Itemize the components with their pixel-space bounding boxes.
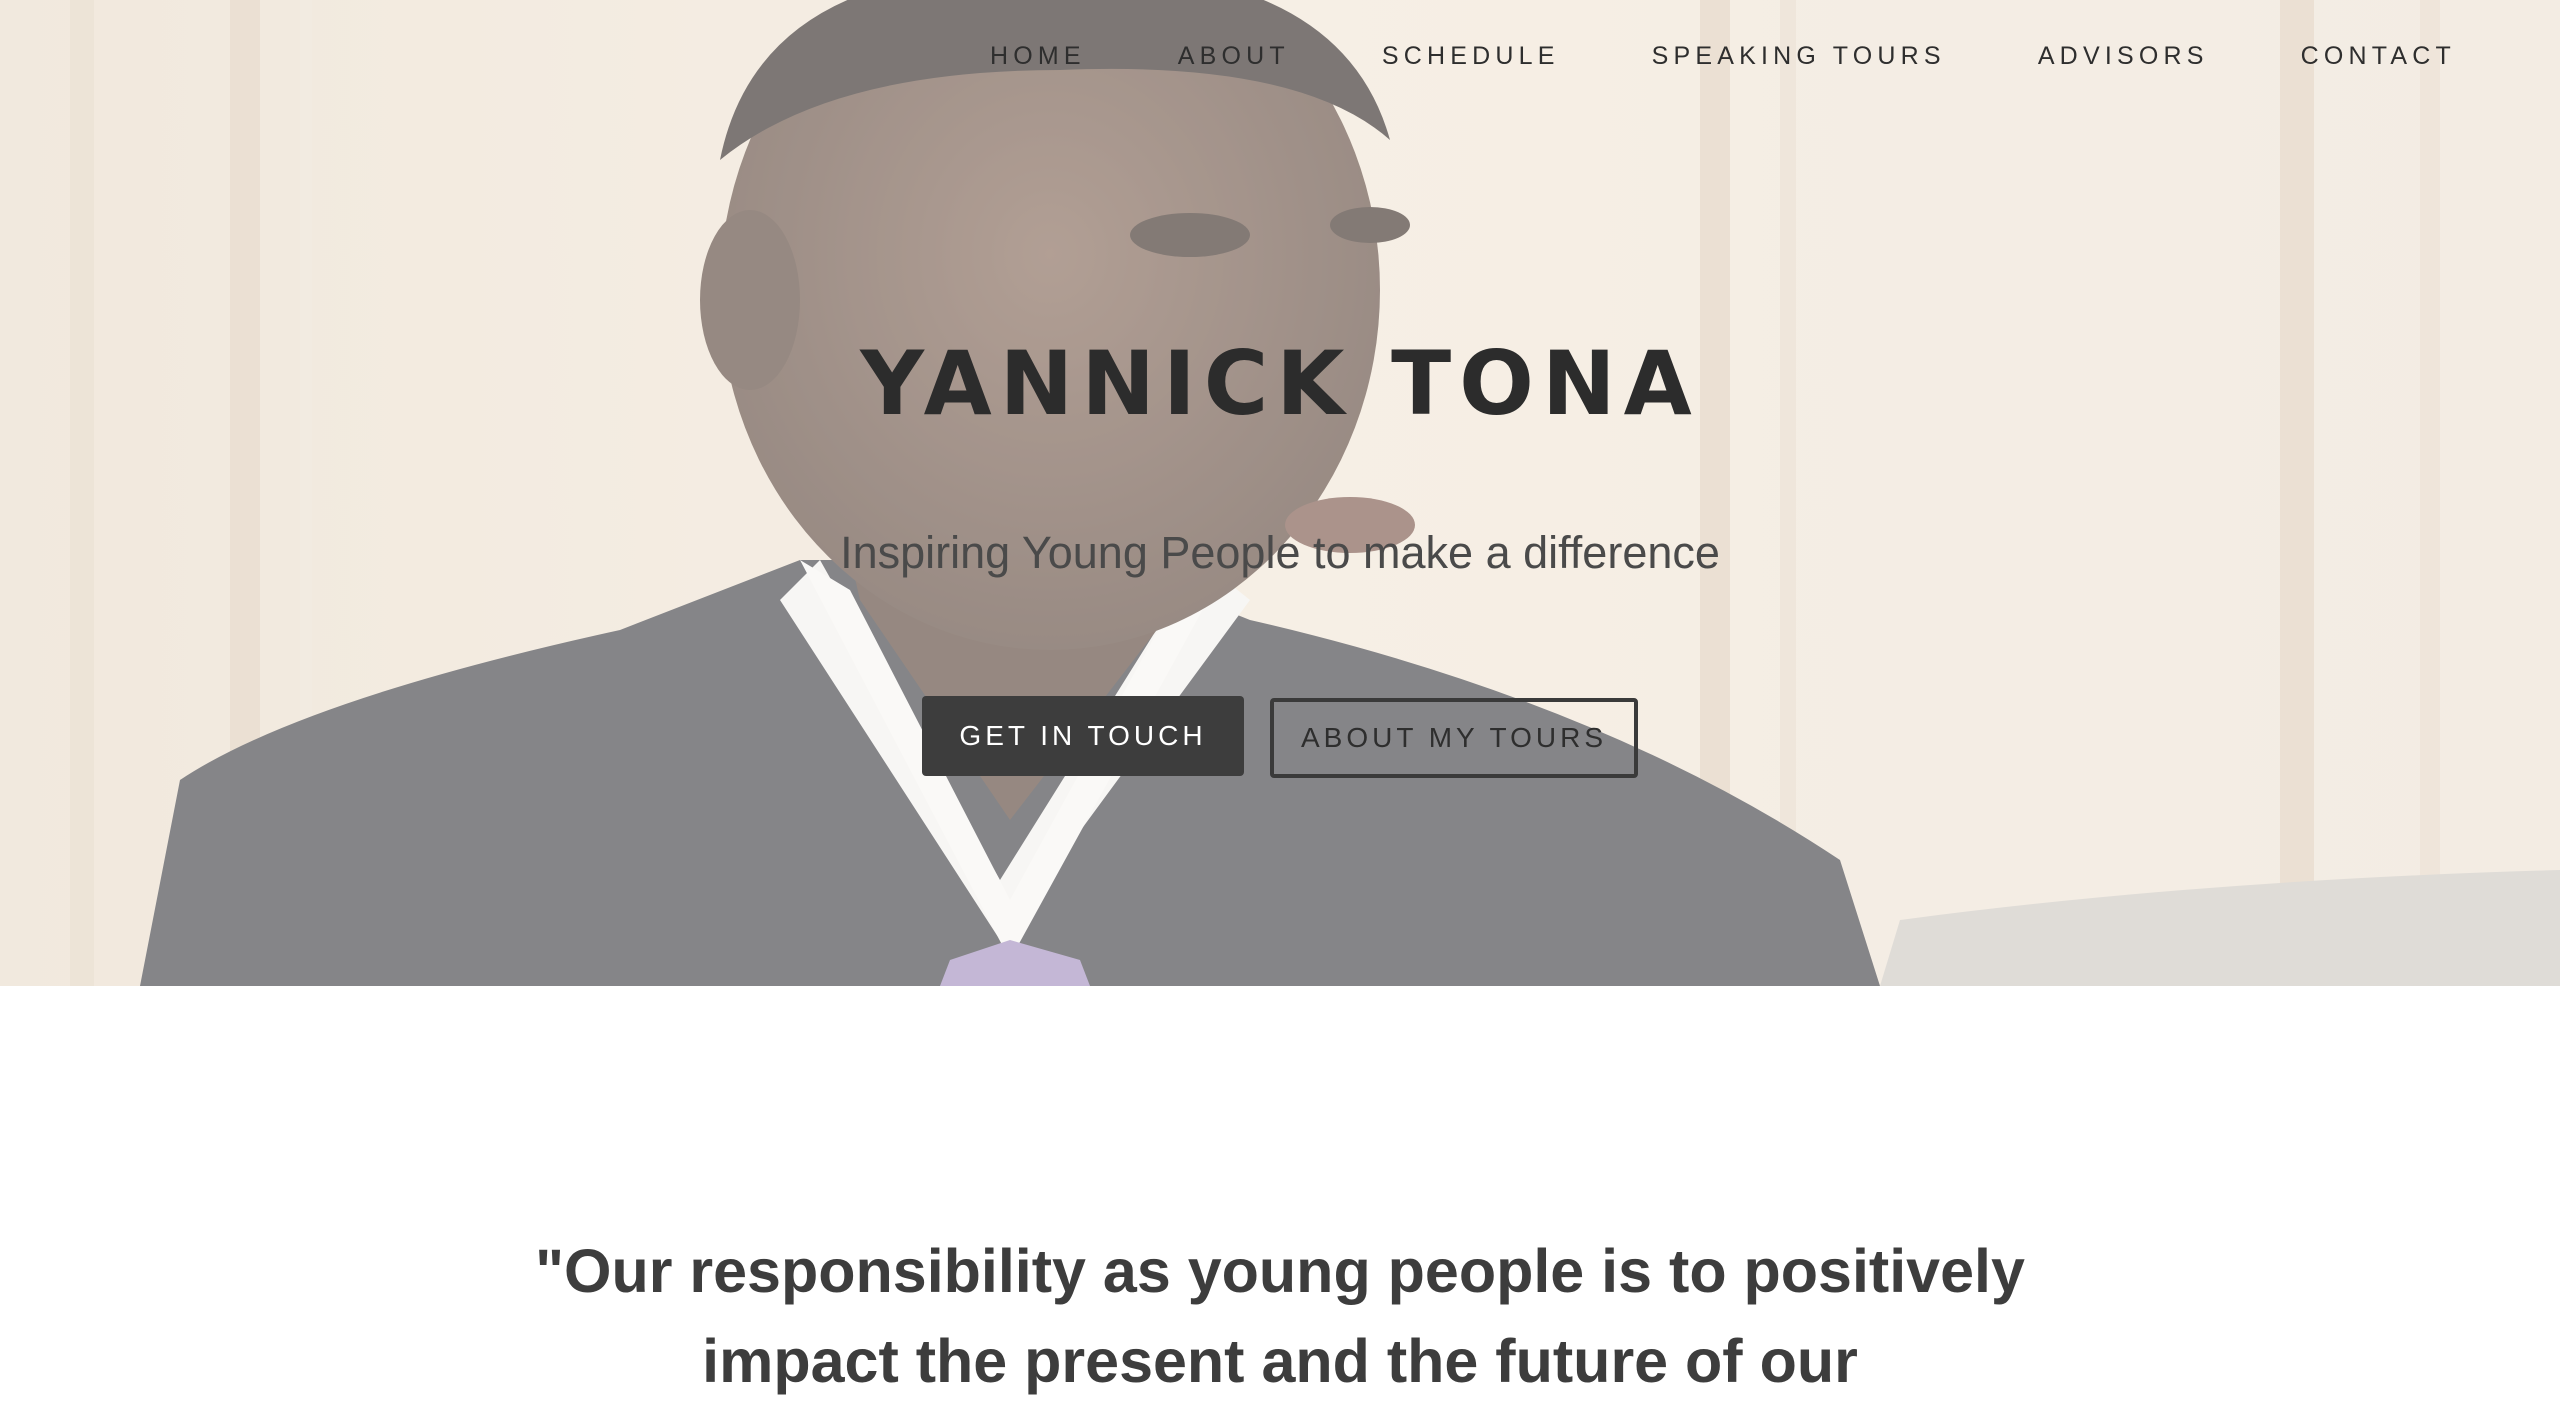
nav-speaking-tours[interactable]: SPEAKING TOURS — [1652, 42, 1946, 71]
hero-title: YANNICK TONA — [860, 332, 1700, 435]
hero-section: HOME ABOUT SCHEDULE SPEAKING TOURS ADVIS… — [0, 0, 2560, 986]
nav-contact[interactable]: CONTACT — [2301, 42, 2456, 71]
nav-about[interactable]: ABOUT — [1178, 42, 1290, 71]
main-nav: HOME ABOUT SCHEDULE SPEAKING TOURS ADVIS… — [990, 0, 2456, 112]
featured-quote: "Our responsibility as young people is t… — [535, 1237, 2025, 1395]
nav-advisors[interactable]: ADVISORS — [2038, 42, 2209, 71]
nav-schedule[interactable]: SCHEDULE — [1382, 42, 1560, 71]
about-my-tours-button[interactable]: ABOUT MY TOURS — [1270, 698, 1638, 778]
nav-home[interactable]: HOME — [990, 42, 1086, 71]
hero-subtitle: Inspiring Young People to make a differe… — [840, 527, 1720, 578]
hero-button-group: GET IN TOUCH ABOUT MY TOURS — [0, 696, 2560, 778]
get-in-touch-button[interactable]: GET IN TOUCH — [922, 696, 1244, 776]
hero-overlay — [0, 0, 2560, 986]
